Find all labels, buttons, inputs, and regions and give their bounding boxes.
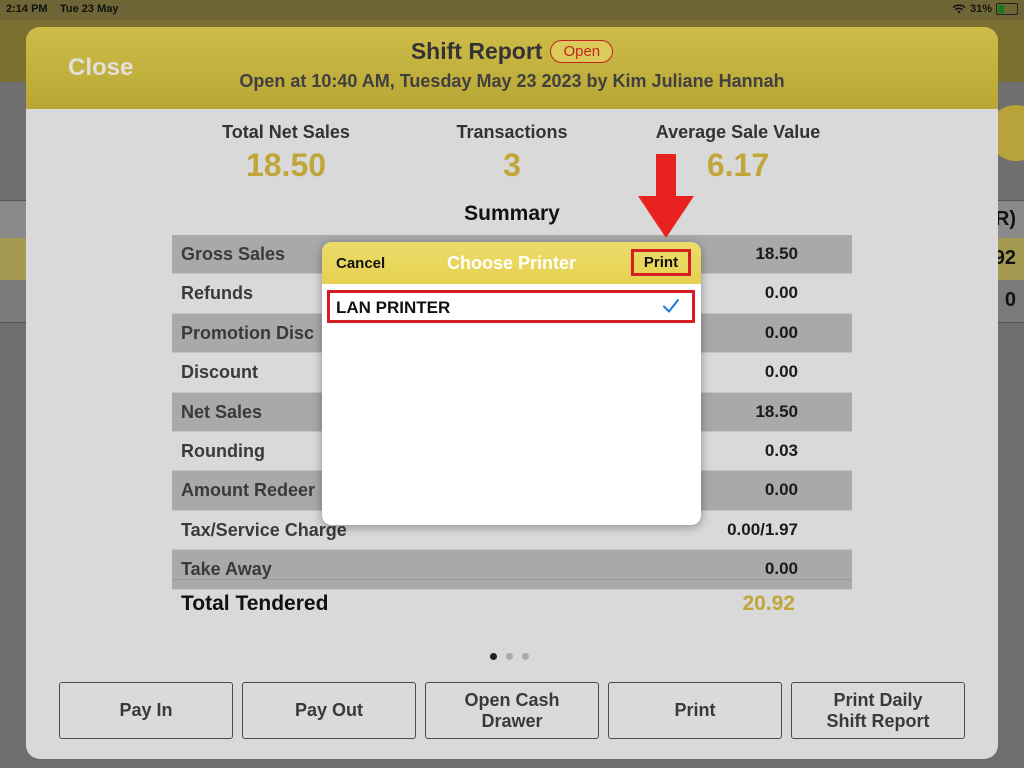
- choose-printer-dialog: Cancel Choose Printer Print LAN PRINTER: [322, 242, 701, 525]
- status-bar: 2:14 PM Tue 23 May 31%: [0, 0, 1024, 20]
- row-name: Tax/Service Charge: [181, 519, 347, 540]
- print-daily-shift-report-button[interactable]: Print Daily Shift Report: [791, 682, 965, 739]
- row-amount: 0.00: [764, 559, 798, 579]
- page-title: Shift Report: [410, 38, 543, 64]
- row-amount: 0.00: [764, 362, 798, 382]
- row-name: Gross Sales: [181, 244, 286, 264]
- row-amount: 0.00: [764, 322, 798, 342]
- printer-name: LAN PRINTER: [336, 298, 451, 317]
- status-date: Tue 23 May: [60, 3, 119, 15]
- page-dot[interactable]: [506, 653, 513, 660]
- sheet-header: Close Shift Report Open Open at 10:40 AM,…: [26, 27, 998, 109]
- battery-percent: 31%: [969, 3, 992, 15]
- stat-value: 3: [503, 147, 521, 183]
- row-name: Rounding: [181, 440, 265, 461]
- status-badge: Open: [550, 40, 614, 63]
- open-cash-drawer-button[interactable]: Open Cash Drawer: [425, 682, 599, 739]
- row-amount: 0.00/1.97: [727, 519, 798, 539]
- summary-title: Summary: [464, 202, 560, 225]
- status-time: 2:14 PM: [6, 3, 48, 15]
- stat-label: Average Sale Value: [655, 122, 821, 142]
- arrow-down-icon: [638, 154, 694, 238]
- pay-in-button[interactable]: Pay In: [59, 682, 233, 739]
- pay-out-button[interactable]: Pay Out: [242, 682, 416, 739]
- page-indicator[interactable]: [490, 653, 529, 660]
- total-tendered-value: 20.92: [742, 592, 795, 615]
- row-amount: 0.03: [764, 440, 798, 460]
- row-amount: 0.00: [764, 480, 798, 500]
- divider: [172, 579, 852, 580]
- checkmark-icon: [663, 299, 679, 313]
- title-bar: Shift Report Open: [26, 38, 998, 65]
- dialog-header: Cancel Choose Printer Print: [322, 242, 701, 284]
- row-amount: 18.50: [755, 244, 798, 263]
- wifi-icon: [952, 4, 966, 14]
- print-button[interactable]: Print: [608, 682, 782, 739]
- row-name: Refunds: [181, 283, 253, 304]
- background-text: 0: [1004, 289, 1016, 311]
- row-name: Net Sales: [181, 401, 263, 422]
- table-row: Take Away 0.00: [172, 550, 852, 590]
- row-amount: 18.50: [755, 401, 798, 421]
- row-name: Promotion Disc: [181, 322, 315, 343]
- page-dot[interactable]: [522, 653, 529, 660]
- page-subtitle: Open at 10:40 AM, Tuesday May 23 2023 by…: [239, 71, 785, 91]
- printer-option[interactable]: LAN PRINTER: [327, 290, 695, 323]
- dialog-print-button[interactable]: Print: [631, 249, 691, 276]
- background-text: R): [994, 208, 1016, 230]
- row-name: Amount Redeer: [181, 480, 316, 501]
- stat-label: Transactions: [456, 122, 568, 142]
- row-name: Discount: [181, 362, 259, 383]
- battery-level: [998, 5, 1004, 13]
- row-name: Take Away: [181, 559, 272, 580]
- status-right: 31%: [952, 3, 1018, 15]
- row-amount: 0.00: [764, 283, 798, 303]
- stat-transactions: Transactions 3: [392, 122, 632, 184]
- total-tendered-label: Total Tendered: [181, 592, 329, 615]
- stat-total-net-sales: Total Net Sales 18.50: [166, 122, 406, 184]
- stat-value: 18.50: [245, 147, 327, 183]
- page-dot[interactable]: [490, 653, 497, 660]
- stat-label: Total Net Sales: [222, 122, 350, 142]
- battery-icon: [996, 3, 1018, 15]
